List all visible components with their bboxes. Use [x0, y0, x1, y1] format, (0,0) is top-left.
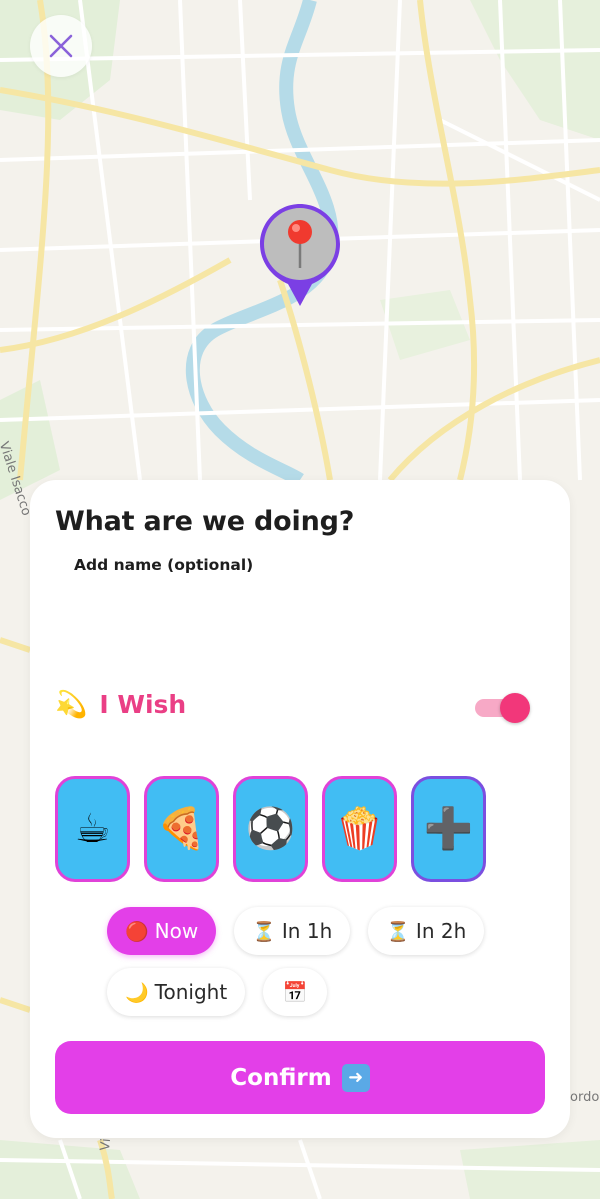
hourglass-icon: ⏳ — [386, 920, 410, 943]
close-icon — [49, 34, 73, 58]
activity-coffee[interactable]: ☕ — [55, 776, 130, 882]
right-arrow-icon: ➜ — [341, 1063, 370, 1092]
wish-label: I Wish — [99, 690, 187, 719]
location-pin[interactable] — [256, 202, 344, 312]
name-label: Add name (optional) — [74, 556, 254, 574]
chip-label: In 2h — [415, 919, 467, 943]
red-circle-icon: 🔴 — [125, 920, 149, 943]
activity-pizza[interactable]: 🍕 — [144, 776, 219, 882]
add-activity-button[interactable]: ➕ — [411, 776, 486, 882]
confirm-label: Confirm — [230, 1064, 332, 1091]
time-now-chip[interactable]: 🔴 Now — [107, 907, 217, 955]
time-in-2h-chip[interactable]: ⏳ In 2h — [368, 907, 485, 955]
confirm-button[interactable]: Confirm ➜ — [55, 1041, 545, 1114]
name-input[interactable] — [70, 584, 530, 664]
activity-sheet: What are we doing? Add name (optional) 💫… — [30, 480, 570, 1138]
activity-options: ☕ 🍕 ⚽ 🍿 ➕ — [55, 776, 486, 882]
soccer-ball-icon: ⚽ — [245, 806, 296, 852]
chip-label: Tonight — [154, 980, 228, 1004]
wish-toggle[interactable] — [475, 693, 531, 723]
chip-label: In 1h — [281, 919, 333, 943]
sheet-title: What are we doing? — [55, 506, 355, 537]
time-in-1h-chip[interactable]: ⏳ In 1h — [234, 907, 351, 955]
popcorn-icon: 🍿 — [334, 806, 385, 852]
chip-label: Now — [154, 919, 199, 943]
time-tonight-chip[interactable]: 🌙 Tonight — [107, 968, 246, 1016]
time-options-row-1: 🔴 Now ⏳ In 1h ⏳ In 2h — [107, 907, 485, 955]
pizza-icon: 🍕 — [156, 806, 207, 852]
plus-icon: ➕ — [423, 806, 474, 852]
toggle-knob — [500, 693, 530, 723]
calendar-icon: 📅 — [282, 980, 308, 1004]
activity-popcorn[interactable]: 🍿 — [322, 776, 397, 882]
crescent-moon-icon: 🌙 — [125, 981, 149, 1004]
dizzy-star-icon: 💫 — [55, 689, 88, 720]
time-options-row-2: 🌙 Tonight 📅 — [107, 968, 328, 1016]
hourglass-icon: ⏳ — [252, 920, 276, 943]
wish-row: 💫 I Wish — [55, 690, 186, 719]
coffee-icon: ☕ — [74, 806, 111, 852]
close-button[interactable] — [30, 15, 92, 77]
street-label: ordo — [570, 1090, 600, 1105]
calendar-date-chip[interactable]: 📅 — [263, 968, 328, 1016]
activity-soccer[interactable]: ⚽ — [233, 776, 308, 882]
